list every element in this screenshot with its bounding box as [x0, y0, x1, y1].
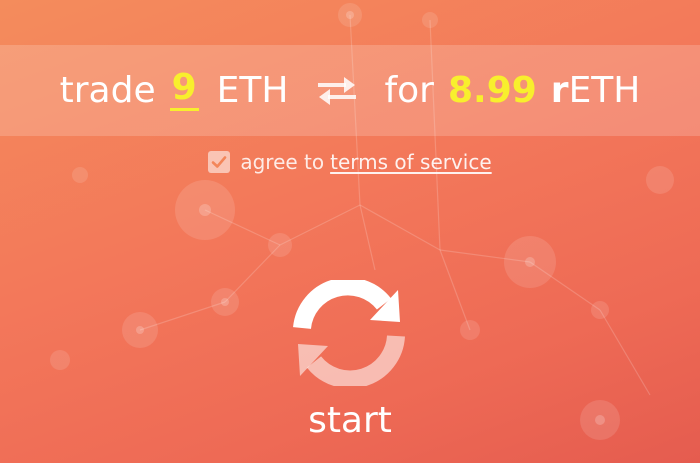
- refresh-cycle-icon: [293, 280, 405, 386]
- for-word: for: [384, 69, 434, 111]
- input-amount-field[interactable]: 9: [169, 70, 199, 111]
- terms-agreement: agree to terms of service: [0, 150, 700, 174]
- agree-label: agree to: [240, 150, 325, 174]
- checkmark-icon: [212, 156, 227, 168]
- input-token-label: ETH: [216, 69, 289, 111]
- output-token-suffix: ETH: [568, 69, 641, 111]
- start-button[interactable]: start: [0, 280, 700, 441]
- trade-sentence: trade 9 ETH for 8.99 rETH: [59, 69, 641, 111]
- start-label: start: [308, 400, 392, 441]
- output-token-label: rETH: [550, 69, 641, 111]
- trade-banner: trade 9 ETH for 8.99 rETH: [0, 45, 700, 136]
- swap-arrows-icon[interactable]: [316, 76, 358, 106]
- agree-checkbox[interactable]: [208, 151, 231, 173]
- terms-of-service-link[interactable]: terms of service: [330, 150, 492, 174]
- output-token-prefix: r: [550, 69, 569, 111]
- trade-word: trade: [59, 69, 156, 111]
- output-amount: 8.99: [447, 69, 537, 111]
